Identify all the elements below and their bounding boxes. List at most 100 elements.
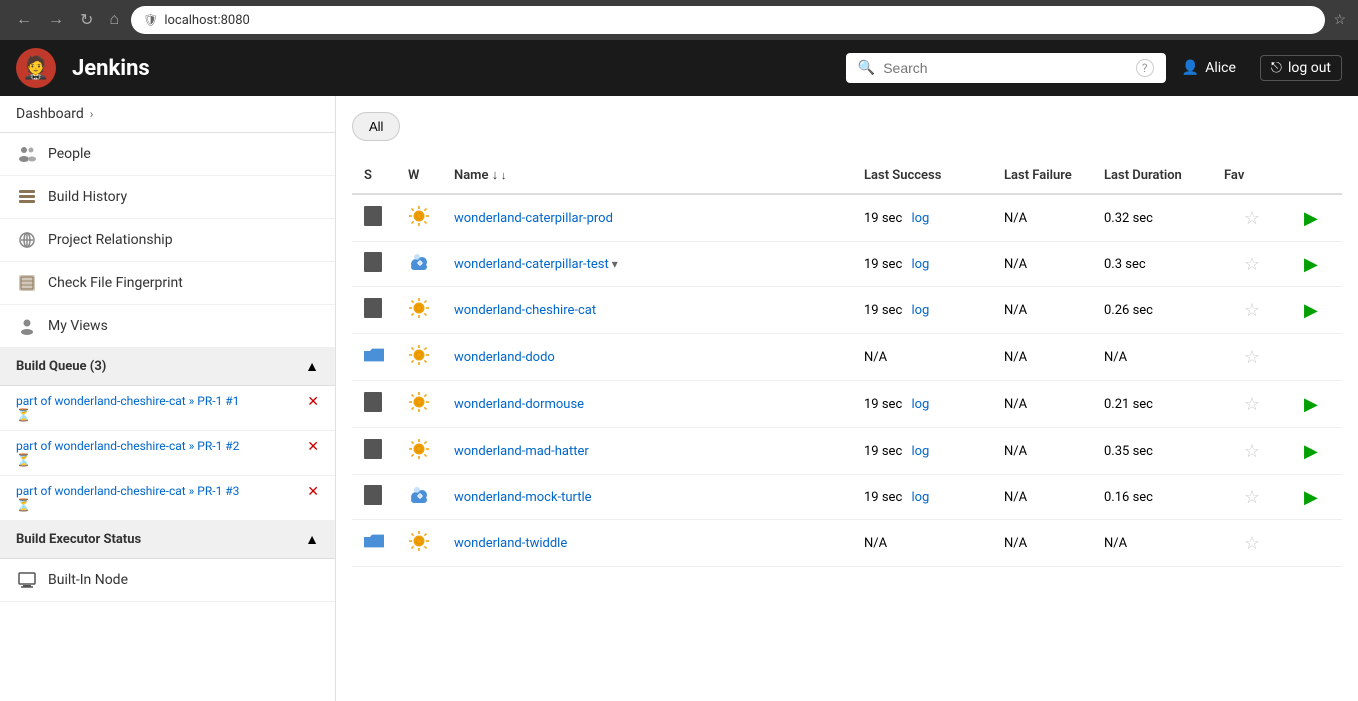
play-cell: ▶ bbox=[1292, 475, 1342, 520]
fav-cell: ☆ bbox=[1212, 475, 1292, 520]
queue-item-2-link[interactable]: part of wonderland-cheshire-cat » PR-1 #… bbox=[16, 439, 239, 453]
browser-actions: ☆ bbox=[1333, 12, 1346, 28]
job-link[interactable]: wonderland-twiddle bbox=[454, 536, 567, 551]
jenkins-title: Jenkins bbox=[72, 56, 830, 81]
last-failure-value: N/A bbox=[1004, 350, 1027, 365]
queue-item-3-cancel[interactable]: ✕ bbox=[307, 484, 319, 500]
run-button[interactable]: ▶ bbox=[1304, 487, 1318, 508]
build-executor-header[interactable]: Build Executor Status ▲ bbox=[0, 521, 335, 559]
run-button[interactable]: ▶ bbox=[1304, 441, 1318, 462]
favorite-button[interactable]: ☆ bbox=[1244, 441, 1260, 462]
job-link[interactable]: wonderland-mock-turtle bbox=[454, 490, 592, 505]
fingerprint-icon bbox=[16, 272, 38, 294]
back-button[interactable]: ← bbox=[12, 7, 36, 33]
run-button[interactable]: ▶ bbox=[1304, 394, 1318, 415]
sidebar-item-project-relationship[interactable]: Project Relationship bbox=[0, 219, 335, 262]
play-cell: ▶ bbox=[1292, 428, 1342, 475]
job-link[interactable]: wonderland-dodo bbox=[454, 350, 555, 365]
fav-cell: ☆ bbox=[1212, 194, 1292, 242]
weather-icon bbox=[408, 490, 430, 509]
table-row: wonderland-caterpillar-prod19 sec logN/A… bbox=[352, 194, 1342, 242]
last-duration-cell: 0.21 sec bbox=[1092, 381, 1212, 428]
status-cell bbox=[352, 428, 396, 475]
built-in-node[interactable]: Built-In Node bbox=[0, 559, 335, 602]
sidebar-item-people[interactable]: People bbox=[0, 133, 335, 176]
book-icon bbox=[364, 252, 382, 272]
job-link[interactable]: wonderland-cheshire-cat bbox=[454, 303, 596, 318]
url-bar[interactable]: 🛡 localhost:8080 bbox=[131, 6, 1325, 34]
last-success-time: 19 sec bbox=[864, 257, 902, 272]
queue-item-2: part of wonderland-cheshire-cat » PR-1 #… bbox=[0, 431, 335, 476]
search-input[interactable] bbox=[883, 60, 1128, 76]
sidebar-item-my-views[interactable]: My Views bbox=[0, 305, 335, 348]
queue-item-1-cancel[interactable]: ✕ bbox=[307, 394, 319, 410]
last-duration-value: N/A bbox=[1104, 350, 1127, 365]
log-link[interactable]: log bbox=[911, 397, 929, 412]
book-icon bbox=[364, 485, 382, 505]
run-button[interactable]: ▶ bbox=[1304, 208, 1318, 229]
sidebar-item-build-history[interactable]: Build History bbox=[0, 176, 335, 219]
forward-button[interactable]: → bbox=[44, 7, 68, 33]
queue-item-1-link[interactable]: part of wonderland-cheshire-cat » PR-1 #… bbox=[16, 394, 239, 408]
favorite-button[interactable]: ☆ bbox=[1244, 533, 1260, 554]
last-duration-cell: 0.35 sec bbox=[1092, 428, 1212, 475]
build-executor-title: Build Executor Status bbox=[16, 532, 141, 547]
weather-icon bbox=[408, 449, 430, 464]
last-duration-value: 0.21 sec bbox=[1104, 397, 1153, 412]
table-header-row: S W Name ↓ Last Success Last Failure Las… bbox=[352, 157, 1342, 194]
table-row: wonderland-dodo N/A N/A N/A ☆ bbox=[352, 334, 1342, 381]
last-duration-cell: N/A bbox=[1092, 334, 1212, 381]
dropdown-arrow[interactable]: ▾ bbox=[612, 257, 618, 271]
weather-cell bbox=[396, 520, 442, 567]
queue-item-3-link[interactable]: part of wonderland-cheshire-cat » PR-1 #… bbox=[16, 484, 239, 498]
status-cell bbox=[352, 334, 396, 381]
last-failure-value: N/A bbox=[1004, 490, 1027, 505]
favorite-button[interactable]: ☆ bbox=[1244, 487, 1260, 508]
star-icon[interactable]: ☆ bbox=[1333, 12, 1346, 28]
log-link[interactable]: log bbox=[911, 257, 929, 272]
job-link[interactable]: wonderland-mad-hatter bbox=[454, 444, 589, 459]
job-name-cell: wonderland-cheshire-cat bbox=[442, 287, 852, 334]
search-help-icon[interactable]: ? bbox=[1136, 59, 1154, 77]
sidebar-item-fingerprint[interactable]: Check File Fingerprint bbox=[0, 262, 335, 305]
log-link[interactable]: log bbox=[911, 490, 929, 505]
search-bar[interactable]: 🔍 ? bbox=[846, 53, 1166, 83]
dashboard-link[interactable]: Dashboard bbox=[16, 106, 84, 122]
favorite-button[interactable]: ☆ bbox=[1244, 347, 1260, 368]
status-cell bbox=[352, 381, 396, 428]
fav-cell: ☆ bbox=[1212, 381, 1292, 428]
status-cell bbox=[352, 520, 396, 567]
build-queue-header[interactable]: Build Queue (3) ▲ bbox=[0, 348, 335, 386]
breadcrumb-chevron: › bbox=[90, 107, 94, 121]
favorite-button[interactable]: ☆ bbox=[1244, 300, 1260, 321]
job-link[interactable]: wonderland-caterpillar-test bbox=[454, 257, 609, 272]
weather-cell bbox=[396, 287, 442, 334]
last-success-cell: 19 sec log bbox=[852, 428, 992, 475]
job-link[interactable]: wonderland-dormouse bbox=[454, 397, 584, 412]
main-layout: Dashboard › People bbox=[0, 96, 1358, 701]
job-link[interactable]: wonderland-caterpillar-prod bbox=[454, 211, 613, 226]
favorite-button[interactable]: ☆ bbox=[1244, 208, 1260, 229]
refresh-button[interactable]: ↻ bbox=[76, 6, 97, 34]
col-header-actions bbox=[1292, 157, 1342, 194]
col-header-name[interactable]: Name ↓ bbox=[442, 157, 852, 194]
favorite-button[interactable]: ☆ bbox=[1244, 254, 1260, 275]
run-button[interactable]: ▶ bbox=[1304, 300, 1318, 321]
log-link[interactable]: log bbox=[911, 444, 929, 459]
queue-item-1: part of wonderland-cheshire-cat » PR-1 #… bbox=[0, 386, 335, 431]
job-name-cell: wonderland-dodo bbox=[442, 334, 852, 381]
log-link[interactable]: log bbox=[911, 211, 929, 226]
last-success-cell: N/A bbox=[852, 334, 992, 381]
queue-item-2-cancel[interactable]: ✕ bbox=[307, 439, 319, 455]
favorite-button[interactable]: ☆ bbox=[1244, 394, 1260, 415]
home-button[interactable]: ⌂ bbox=[105, 7, 123, 33]
run-button[interactable]: ▶ bbox=[1304, 254, 1318, 275]
log-link[interactable]: log bbox=[911, 303, 929, 318]
last-failure-cell: N/A bbox=[992, 334, 1092, 381]
last-duration-cell: 0.3 sec bbox=[1092, 242, 1212, 287]
last-duration-value: 0.3 sec bbox=[1104, 257, 1146, 272]
weather-icon bbox=[408, 402, 430, 417]
weather-cell bbox=[396, 194, 442, 242]
logout-button[interactable]: ⎋ log out bbox=[1260, 55, 1342, 81]
all-button[interactable]: All bbox=[352, 112, 400, 141]
